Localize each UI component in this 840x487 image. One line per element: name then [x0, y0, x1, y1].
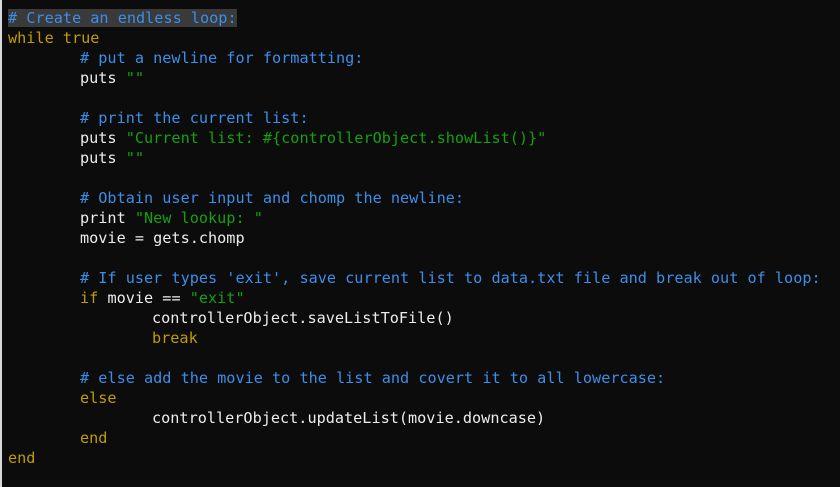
code-line-8: puts "" — [8, 148, 840, 168]
keyword: break — [152, 329, 198, 347]
code-line-16: controllerObject.saveListToFile() — [8, 308, 840, 328]
keyword-arg: true — [53, 29, 100, 47]
statement: controllerObject.saveListToFile() — [152, 309, 454, 327]
code-line-11: print "New lookup: " — [8, 208, 840, 228]
code-editor[interactable]: # Create an endless loop: while true # p… — [0, 0, 840, 487]
comment: # Create an endless loop: — [8, 9, 237, 27]
comment: # print the current list: — [80, 109, 309, 127]
code-line-10: # Obtain user input and chomp the newlin… — [8, 188, 840, 208]
comment: # put a newline for formatting: — [80, 49, 364, 67]
code-line-2: while true — [8, 28, 840, 48]
comment: # else add the movie to the list and cov… — [80, 369, 666, 387]
string-literal: "New lookup: " — [134, 209, 263, 227]
statement: controllerObject.updateList(movie.downca… — [152, 409, 546, 427]
code-lines: # Create an endless loop: while true # p… — [8, 8, 840, 468]
code-line-4: puts "" — [8, 68, 840, 88]
keyword: else — [80, 389, 117, 407]
code-line-22: end — [8, 428, 840, 448]
keyword: end — [8, 449, 36, 467]
code-line-18-blank — [8, 348, 840, 368]
condition: movie == — [98, 289, 190, 307]
string-literal: "Current list: #{controllerObject.showLi… — [125, 129, 547, 147]
keyword: end — [80, 429, 108, 447]
code-line-23: end — [8, 448, 840, 468]
keyword: while — [8, 29, 54, 47]
string-literal: "exit" — [189, 289, 245, 307]
statement: movie = gets.chomp — [80, 229, 245, 247]
comment: # Obtain user input and chomp the newlin… — [80, 189, 465, 207]
code-line-1: # Create an endless loop: — [8, 8, 840, 28]
code-line-9-blank — [8, 168, 840, 188]
code-line-21: controllerObject.updateList(movie.downca… — [8, 408, 840, 428]
code-line-14: # If user types 'exit', save current lis… — [8, 268, 840, 288]
function-call: puts — [80, 69, 126, 87]
code-line-5-blank — [8, 88, 840, 108]
keyword: if — [80, 289, 99, 307]
code-line-12: movie = gets.chomp — [8, 228, 840, 248]
code-line-7: puts "Current list: #{controllerObject.s… — [8, 128, 840, 148]
code-line-13-blank — [8, 248, 840, 268]
code-line-20: else — [8, 388, 840, 408]
function-call: print — [80, 209, 135, 227]
string-literal: "" — [125, 149, 145, 167]
function-call: puts — [80, 149, 126, 167]
code-line-6: # print the current list: — [8, 108, 840, 128]
code-line-17: break — [8, 328, 840, 348]
function-call: puts — [80, 129, 126, 147]
comment: # If user types 'exit', save current lis… — [80, 269, 821, 287]
string-literal: "" — [125, 69, 145, 87]
code-line-15: if movie == "exit" — [8, 288, 840, 308]
code-line-3: # put a newline for formatting: — [8, 48, 840, 68]
code-line-19: # else add the movie to the list and cov… — [8, 368, 840, 388]
